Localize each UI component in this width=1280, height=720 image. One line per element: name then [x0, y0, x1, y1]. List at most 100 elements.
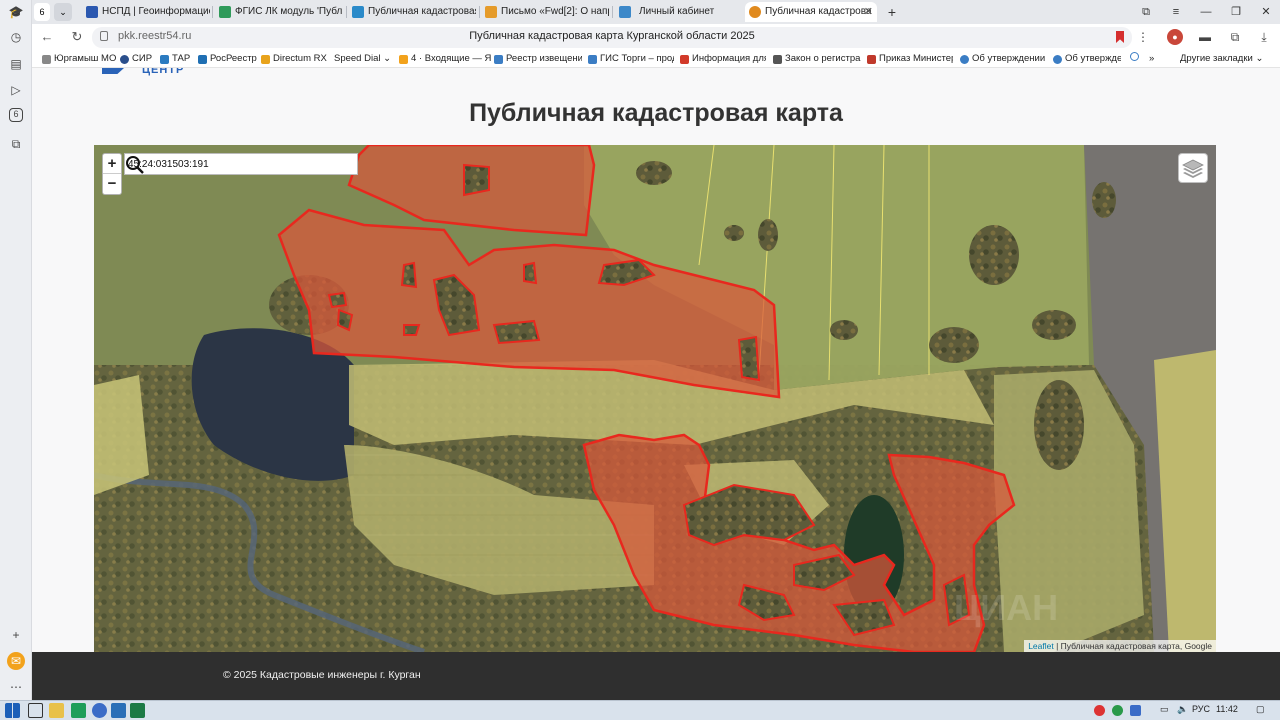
file-explorer-icon[interactable]	[49, 703, 64, 718]
bookmark-label: СИР	[132, 53, 153, 64]
layers-button[interactable]	[1178, 153, 1208, 183]
search-icon[interactable]	[125, 155, 145, 175]
tray-volume-icon[interactable]: 🔈	[1177, 704, 1188, 715]
bookmark-label: Speed Dial	[334, 53, 381, 64]
history-icon[interactable]: ◷	[7, 28, 25, 46]
browser-sidebar: 🎓 ◷ ▤ ▷ 6 ⧉ + ✉ ⋯	[0, 0, 32, 700]
other-bookmarks-folder[interactable]: Другие закладки ⌄	[1180, 52, 1263, 66]
tab-counter-icon[interactable]: 6	[9, 108, 23, 122]
bookmark-favicon-icon	[494, 55, 503, 64]
tab-label: НСПД | Геоинформацион	[102, 6, 210, 17]
address-bar[interactable]: pkk.reestr54.ru Публичная кадастровая ка…	[92, 27, 1132, 48]
bookmark-item[interactable]: Закон о регистра	[773, 52, 861, 66]
more-icon[interactable]: ⋯	[7, 678, 25, 696]
windows-start-icon[interactable]	[5, 703, 20, 718]
layers-icon	[1182, 159, 1204, 178]
site-logo[interactable]: ЦЕНТР	[102, 68, 222, 78]
new-tab-icon[interactable]: +	[883, 2, 901, 22]
tray-shield-icon[interactable]	[1112, 705, 1123, 716]
tab-pkk-1[interactable]: Публичная кадастровая к	[348, 2, 476, 22]
bookmark-item[interactable]: Реестр извещени	[494, 52, 582, 66]
bookmark-item[interactable]: Юргамыш МО	[42, 52, 116, 66]
system-clock[interactable]: 11:42	[1216, 704, 1238, 714]
reload-icon[interactable]: ↻	[68, 28, 86, 46]
bookmark-item[interactable]: Directum RX	[261, 52, 327, 66]
add-panel-icon[interactable]: +	[7, 626, 25, 644]
tab-mail[interactable]: Письмо «Fwd[2]: О напра	[481, 2, 609, 22]
tab-nspd[interactable]: НСПД | Геоинформацион	[82, 2, 210, 22]
menu-icon[interactable]: ≡	[1166, 2, 1186, 22]
notes-icon[interactable]: ▤	[7, 55, 25, 73]
other-bookmarks-label: Другие закладки	[1180, 53, 1253, 64]
bookmark-label: ГИС Торги – прод	[600, 53, 674, 64]
bookmark-app-icon	[1130, 52, 1139, 61]
close-window-icon[interactable]: ✕	[1256, 2, 1276, 22]
excel-icon[interactable]	[130, 703, 145, 718]
logo-mark-icon	[102, 68, 124, 74]
bookmark-item[interactable]: Об утвержде	[1053, 52, 1121, 66]
bookmark-label: Юргамыш МО	[54, 53, 117, 64]
page-content: ЦЕНТР Публичная кадастровая карта ЦИАН +…	[32, 68, 1280, 700]
extension-hat-icon[interactable]: ▬	[1197, 29, 1213, 45]
bookmark-label: Directum RX	[273, 53, 327, 64]
address-row: ← ↻ pkk.reestr54.ru Публичная кадастрова…	[32, 24, 1280, 50]
page-title: Публичная кадастровая карта	[469, 99, 843, 127]
minimize-icon[interactable]: —	[1196, 2, 1216, 22]
yandex-browser-icon[interactable]	[92, 703, 107, 718]
mail-icon[interactable]: ✉	[7, 652, 25, 670]
tray-network-icon[interactable]: ▭	[1160, 704, 1169, 715]
bookmark-item[interactable]: РосРеестр	[198, 52, 257, 66]
bookmark-label: Об утверждении	[972, 53, 1046, 64]
back-icon[interactable]: ←	[38, 28, 56, 46]
tray-app-icon[interactable]	[1130, 705, 1141, 716]
taskbar-app-icon[interactable]	[111, 703, 126, 718]
tab-cabinet[interactable]: Личный кабинет	[615, 2, 743, 22]
bookmark-item[interactable]: Приказ Министер	[867, 52, 953, 66]
cadastral-map[interactable]: ЦИАН + − Leaflet | Публичная кадастровая…	[94, 145, 1216, 652]
zoom-in-button[interactable]: +	[103, 154, 121, 174]
bookmark-item[interactable]: ГИС Торги – прод	[588, 52, 674, 66]
bookmark-item[interactable]: Об утверждении	[960, 52, 1046, 66]
chevron-down-icon: ⌄	[383, 53, 392, 64]
task-view-icon[interactable]	[28, 703, 43, 718]
bookmark-favicon-icon	[867, 55, 876, 64]
close-tab-icon[interactable]: ✕	[864, 2, 873, 22]
video-icon[interactable]: ▷	[7, 81, 25, 99]
tab-label: Публичная кадастрова	[765, 6, 872, 17]
tab-favicon-icon	[485, 6, 497, 18]
graduation-cap-icon[interactable]: 🎓	[7, 3, 25, 21]
tab-favicon-icon	[749, 6, 761, 18]
bookmark-item[interactable]: ТАР	[160, 52, 190, 66]
zoom-out-button[interactable]: −	[103, 174, 121, 194]
bookmark-folder-speed-dial[interactable]: Speed Dial ⌄	[324, 52, 391, 66]
bookmark-label: Закон о регистра	[785, 53, 861, 64]
tray-yandex-icon[interactable]	[1094, 705, 1105, 716]
tab-counter-button[interactable]: 6	[34, 3, 50, 21]
download-icon[interactable]: ⤓	[1256, 29, 1272, 45]
chevron-down-icon: ⌄	[1255, 53, 1264, 64]
tab-pkk-active[interactable]: Публичная кадастрова ✕	[745, 2, 877, 22]
bookmark-item[interactable]: 4 · Входящие — Я	[399, 52, 491, 66]
notifications-icon[interactable]: ▢	[1256, 704, 1265, 715]
extension-profile-icon[interactable]: ●	[1167, 29, 1183, 45]
bookmark-favicon-icon	[1053, 55, 1062, 64]
bookmark-overflow[interactable]: »	[1130, 52, 1154, 66]
keyboard-language[interactable]: РУС	[1192, 704, 1210, 714]
extension-puzzle-icon[interactable]: ⧉	[1227, 29, 1243, 45]
tab-fgis[interactable]: ФГИС ЛК модуль 'Публи	[215, 2, 343, 22]
collections-icon[interactable]: ⧉	[1136, 2, 1156, 22]
cadastral-number-input[interactable]	[128, 156, 328, 173]
logo-text: ЦЕНТР	[142, 68, 185, 76]
bookmark-item[interactable]: СИР	[120, 52, 152, 66]
more-menu-icon[interactable]: ⋮	[1135, 29, 1151, 45]
bookmark-label: Приказ Министер	[879, 53, 953, 64]
leaflet-link[interactable]: Leaflet	[1028, 641, 1054, 651]
tab-favicon-icon	[86, 6, 98, 18]
screenshot-icon[interactable]: ⧉	[7, 135, 25, 153]
restore-icon[interactable]: ❐	[1226, 2, 1246, 22]
tab-list-chevron-icon[interactable]: ⌄	[54, 3, 72, 21]
kaspersky-icon[interactable]	[71, 703, 86, 718]
bookmark-item[interactable]: Информация для	[680, 52, 766, 66]
satellite-imagery[interactable]: ЦИАН	[94, 145, 1216, 652]
bookmark-label: ТАР	[172, 53, 191, 64]
